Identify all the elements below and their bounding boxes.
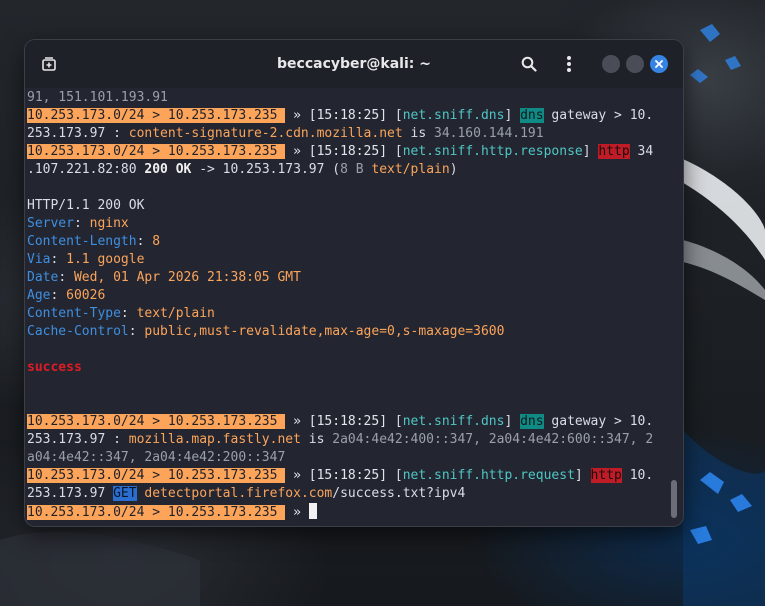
http-header: Server: nginx <box>27 216 129 231</box>
module-name: net.sniff.dns <box>402 414 505 429</box>
terminal-line: a04:4e42::347, 2a04:4e42:200::347 <box>27 450 286 465</box>
search-icon <box>521 56 537 72</box>
prompt-arrow: » <box>285 505 309 520</box>
window-title: beccacyber@kali: ~ <box>277 56 431 72</box>
prompt-network: 10.253.173.0/24 > 10.253.173.235 <box>27 414 286 429</box>
prompt-network: 10.253.173.0/24 > 10.253.173.235 <box>27 108 286 123</box>
terminal-line: success <box>27 359 675 377</box>
terminal-line: HTTP/1.1 200 OK <box>27 198 145 213</box>
close-button[interactable] <box>650 55 668 73</box>
http-header: Age: 60026 <box>27 288 106 303</box>
hostname: mozilla.map.fastly.net <box>128 432 301 447</box>
http-status: 200 OK <box>144 162 192 177</box>
module-name: net.sniff.dns <box>402 108 505 123</box>
terminal-line: 253.173.97 : mozilla.map.fastly.net is 2… <box>27 432 654 447</box>
http-header: Date: Wed, 01 Apr 2026 21:38:05 GMT <box>27 270 301 285</box>
terminal-line: 10.253.173.0/24 > 10.253.173.235 » [15:1… <box>27 108 654 123</box>
http-method-tag: GET <box>113 486 137 501</box>
dns-tag: dns <box>520 414 544 429</box>
terminal-line: 10.253.173.0/24 > 10.253.173.235 » [15:1… <box>27 468 654 483</box>
terminal-line: 10.253.173.0/24 > 10.253.173.235 » [15:1… <box>27 144 654 159</box>
search-button[interactable] <box>517 52 541 76</box>
http-header: Via: 1.1 google <box>27 252 145 267</box>
hostname: detectportal.firefox.com <box>144 486 333 501</box>
response-body: success <box>27 360 82 375</box>
prompt-arrow: » <box>285 414 309 429</box>
prompt-network: 10.253.173.0/24 > 10.253.173.235 <box>27 144 286 159</box>
terminal-line: 10.253.173.0/24 > 10.253.173.235 » [15:1… <box>27 414 654 429</box>
maximize-button[interactable] <box>626 55 644 73</box>
terminal-line: 91, 151.101.193.91 <box>27 90 168 105</box>
terminal-line: 253.173.97 GET detectportal.firefox.com/… <box>27 486 466 501</box>
http-header: Cache-Control: public,must-revalidate,ma… <box>27 324 505 339</box>
prompt-network: 10.253.173.0/24 > 10.253.173.235 <box>27 468 286 483</box>
menu-button[interactable] <box>557 52 581 76</box>
module-name: net.sniff.http.request <box>402 468 575 483</box>
scrollbar-thumb[interactable] <box>671 480 677 518</box>
ip-address: 34.160.144.191 <box>434 126 544 141</box>
prompt-arrow: » <box>285 144 309 159</box>
terminal-window: beccacyber@kali: ~ 91, 151.101.193.91 10… <box>25 40 683 526</box>
hostname: content-signature-2.cdn.mozilla.net <box>128 126 403 141</box>
module-name: net.sniff.http.response <box>402 144 583 159</box>
terminal-output[interactable]: 91, 151.101.193.91 10.253.173.0/24 > 10.… <box>27 89 675 525</box>
http-header: Content-Type: text/plain <box>27 306 215 321</box>
title-bar[interactable]: beccacyber@kali: ~ <box>25 40 683 88</box>
terminal-line: .107.221.82:80 200 OK -> 10.253.173.97 (… <box>27 162 458 177</box>
text-cursor <box>308 503 317 519</box>
kebab-menu-icon <box>567 56 571 72</box>
http-header: Content-Length: 8 <box>27 234 161 249</box>
http-tag: http <box>598 144 630 159</box>
dns-tag: dns <box>520 108 544 123</box>
terminal-line: 253.173.97 : content-signature-2.cdn.moz… <box>27 126 544 141</box>
prompt-line[interactable]: 10.253.173.0/24 > 10.253.173.235 » <box>27 503 675 521</box>
close-icon <box>655 60 663 68</box>
prompt-arrow: » <box>285 108 309 123</box>
prompt-network: 10.253.173.0/24 > 10.253.173.235 <box>27 505 286 520</box>
prompt-arrow: » <box>285 468 309 483</box>
http-tag: http <box>590 468 622 483</box>
ip-address: 2a04:4e42:400::347, 2a04:4e42:600::347, … <box>332 432 654 447</box>
minimize-button[interactable] <box>602 55 620 73</box>
